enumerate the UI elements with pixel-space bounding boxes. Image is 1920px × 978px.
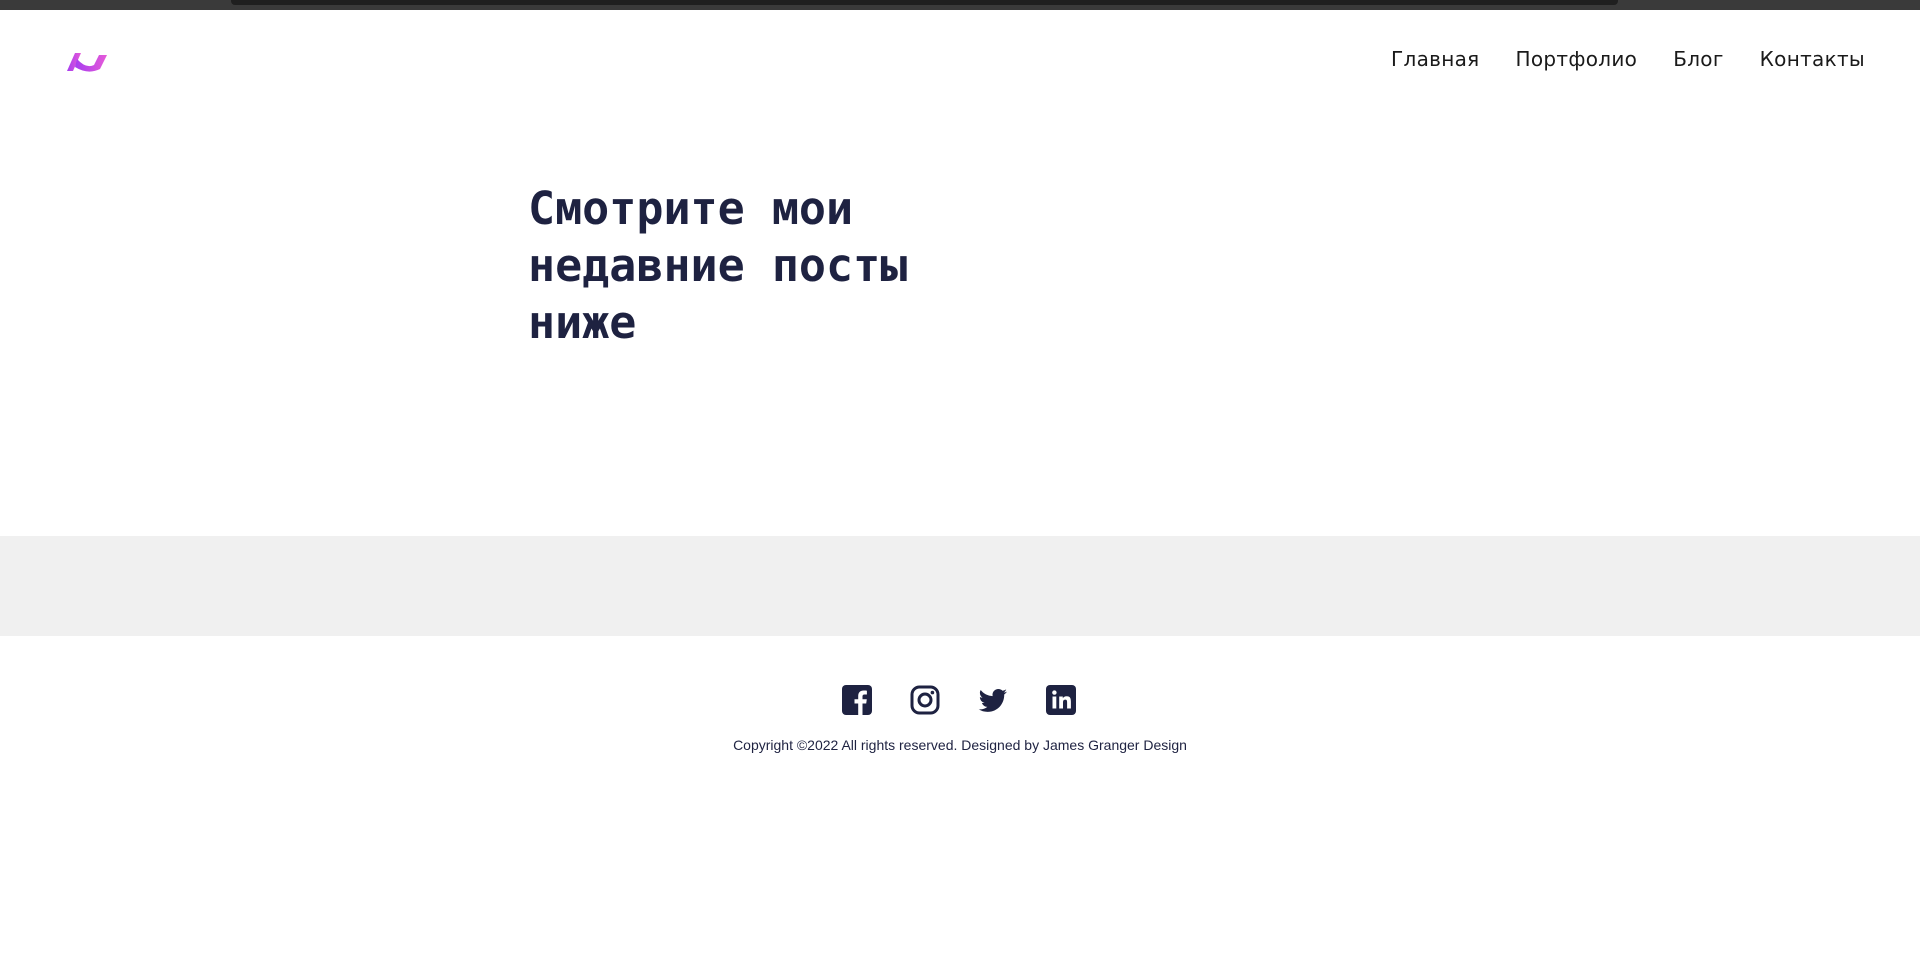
facebook-link[interactable] [842, 685, 872, 715]
main-nav: Главная Портфолио Блог Контакты [1391, 47, 1865, 71]
site-header: Главная Портфолио Блог Контакты [0, 10, 1920, 110]
facebook-icon [842, 685, 872, 715]
browser-top-bar-inner [231, 0, 1618, 5]
twitter-link[interactable] [978, 685, 1008, 715]
nav-item-blog[interactable]: Блог [1673, 47, 1723, 71]
linkedin-link[interactable] [1046, 685, 1076, 715]
page-title: Смотрите мои недавние посты ниже [528, 182, 908, 349]
copyright-text: Copyright ©2022 All rights reserved. Des… [733, 737, 1187, 753]
social-links [842, 685, 1076, 715]
browser-top-bar [0, 0, 1920, 10]
posts-section [0, 536, 1920, 636]
nav-item-contacts[interactable]: Контакты [1760, 47, 1865, 71]
nav-item-home[interactable]: Главная [1391, 47, 1480, 71]
site-footer: Copyright ©2022 All rights reserved. Des… [0, 636, 1920, 978]
nav-item-portfolio[interactable]: Портфолио [1516, 47, 1638, 71]
twitter-icon [978, 689, 1007, 712]
linkedin-icon [1046, 685, 1076, 715]
instagram-icon [910, 685, 940, 715]
instagram-link[interactable] [910, 685, 940, 715]
logo-icon [67, 53, 107, 72]
